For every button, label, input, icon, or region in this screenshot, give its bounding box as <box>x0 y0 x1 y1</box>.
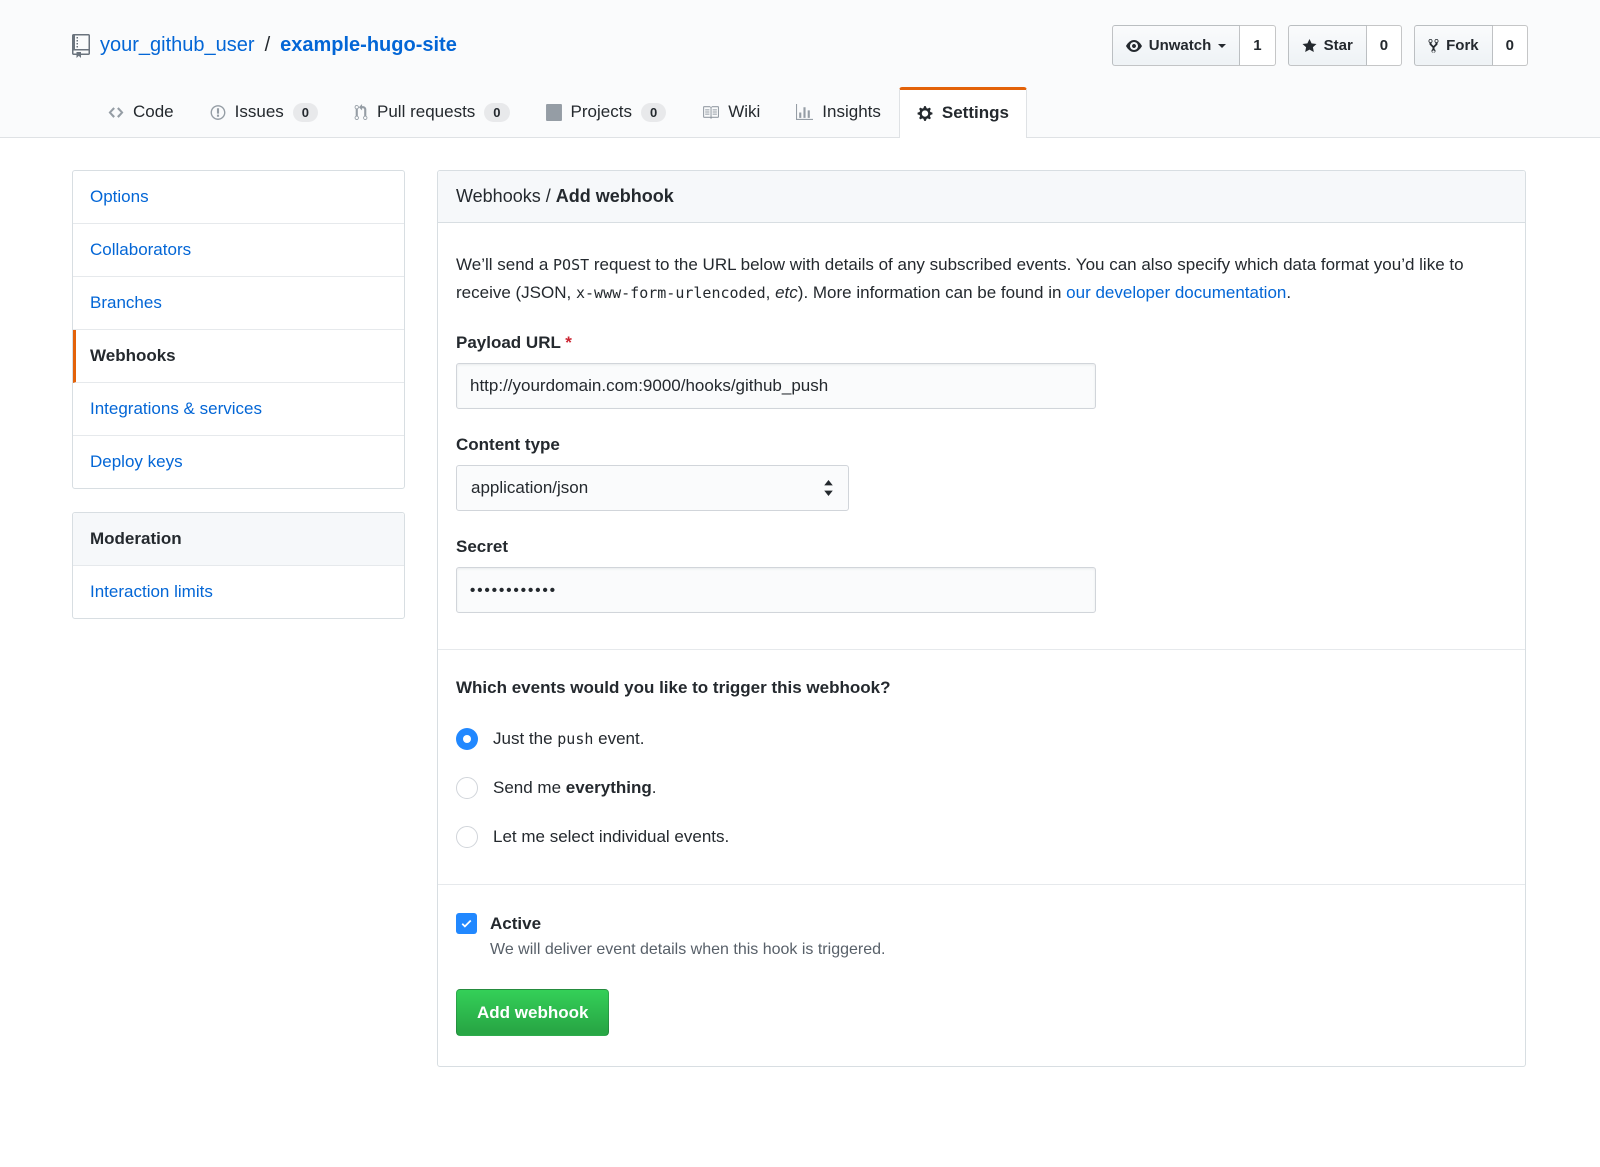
push-code: push <box>557 730 593 748</box>
content-type-label: Content type <box>456 435 1507 455</box>
tab-insights[interactable]: Insights <box>778 86 899 137</box>
repo-icon <box>72 34 90 58</box>
sidebar-item-options[interactable]: Options <box>73 171 404 224</box>
developer-docs-link[interactable]: our developer documentation <box>1066 283 1286 302</box>
sidebar-item-webhooks[interactable]: Webhooks <box>73 330 404 383</box>
code-icon <box>108 104 124 121</box>
required-asterisk: * <box>565 333 572 352</box>
star-count[interactable]: 0 <box>1367 25 1402 66</box>
repo-nav: Code Issues 0 Pull requests 0 Projects 0… <box>0 86 1600 138</box>
moderation-menu: Moderation Interaction limits <box>72 512 405 619</box>
breadcrumb-separator: / <box>546 186 551 206</box>
tab-counter: 0 <box>293 103 318 122</box>
secret-input[interactable] <box>456 567 1096 613</box>
event-option-everything[interactable]: Send me everything. <box>456 777 1507 799</box>
event-option-label: Let me select individual events. <box>493 827 729 847</box>
payload-url-input[interactable] <box>456 363 1096 409</box>
tab-issues[interactable]: Issues 0 <box>192 86 336 137</box>
breadcrumb-parent: Webhooks <box>456 186 541 206</box>
tab-projects[interactable]: Projects 0 <box>528 86 685 137</box>
tab-pull-requests[interactable]: Pull requests 0 <box>336 86 528 137</box>
section-divider <box>438 884 1525 885</box>
payload-url-label: Payload URL * <box>456 333 1507 353</box>
event-option-label: Send me everything. <box>493 778 656 798</box>
active-description: We will deliver event details when this … <box>490 941 1507 959</box>
event-option-label: Just the push event. <box>493 729 644 749</box>
watch-count[interactable]: 1 <box>1240 25 1275 66</box>
section-divider <box>438 649 1525 650</box>
repo-title: your_github_user / example-hugo-site <box>72 34 457 58</box>
settings-sidebar: Options Collaborators Branches Webhooks … <box>72 170 405 619</box>
tab-wiki[interactable]: Wiki <box>684 86 778 137</box>
star-button-group: Star 0 <box>1288 25 1403 66</box>
active-label[interactable]: Active <box>490 914 541 934</box>
radio-unchecked-icon[interactable] <box>456 777 478 799</box>
tab-counter: 0 <box>484 103 509 122</box>
repo-name-link[interactable]: example-hugo-site <box>280 34 457 57</box>
star-label: Star <box>1324 37 1353 54</box>
projects-icon <box>546 104 562 121</box>
tab-label: Settings <box>942 103 1009 123</box>
watch-button-group: Unwatch 1 <box>1112 25 1276 66</box>
page-header: your_github_user / example-hugo-site Unw… <box>0 0 1600 138</box>
tab-settings[interactable]: Settings <box>899 87 1027 138</box>
fork-icon <box>1428 38 1439 54</box>
issue-icon <box>210 104 226 121</box>
active-setting: Active We will deliver event details whe… <box>456 913 1507 959</box>
tab-label: Projects <box>571 102 632 122</box>
pull-request-icon <box>354 104 368 121</box>
sidebar-item-integrations[interactable]: Integrations & services <box>73 383 404 436</box>
repo-separator: / <box>265 34 271 57</box>
events-question: Which events would you like to trigger t… <box>456 678 1507 698</box>
repo-actions: Unwatch 1 Star 0 Fork 0 <box>1112 25 1528 66</box>
tab-label: Pull requests <box>377 102 475 122</box>
sidebar-item-interaction-limits[interactable]: Interaction limits <box>73 566 404 618</box>
event-option-individual[interactable]: Let me select individual events. <box>456 826 1507 848</box>
content-type-select[interactable]: application/json <box>456 465 849 511</box>
webhook-form: We’ll send a POST request to the URL bel… <box>438 223 1525 1066</box>
tab-label: Insights <box>822 102 881 122</box>
fork-button-group: Fork 0 <box>1414 25 1528 66</box>
breadcrumb: Webhooks / Add webhook <box>438 171 1525 223</box>
breadcrumb-current: Add webhook <box>556 186 674 206</box>
event-option-just-push[interactable]: Just the push event. <box>456 728 1507 750</box>
fork-button[interactable]: Fork <box>1414 25 1493 66</box>
tab-counter: 0 <box>641 103 666 122</box>
insights-icon <box>796 104 813 121</box>
caret-down-icon <box>1218 44 1226 52</box>
urlencoded-code: x-www-form-urlencoded <box>576 284 766 302</box>
tab-label: Wiki <box>728 102 760 122</box>
post-code: POST <box>553 256 589 274</box>
webhook-description: We’ll send a POST request to the URL bel… <box>456 251 1507 307</box>
eye-icon <box>1126 38 1142 54</box>
sidebar-item-collaborators[interactable]: Collaborators <box>73 224 404 277</box>
wiki-icon <box>702 104 719 121</box>
fork-label: Fork <box>1446 37 1479 54</box>
unwatch-button[interactable]: Unwatch <box>1112 25 1241 66</box>
content-type-value: application/json <box>471 478 588 498</box>
moderation-header: Moderation <box>73 513 404 566</box>
radio-checked-icon[interactable] <box>456 728 478 750</box>
sidebar-item-deploy-keys[interactable]: Deploy keys <box>73 436 404 488</box>
sidebar-item-branches[interactable]: Branches <box>73 277 404 330</box>
unwatch-label: Unwatch <box>1149 37 1212 54</box>
checkbox-checked-icon[interactable] <box>456 913 477 934</box>
star-icon <box>1302 38 1317 54</box>
webhook-form-box: Webhooks / Add webhook We’ll send a POST… <box>437 170 1526 1067</box>
tab-label: Issues <box>235 102 284 122</box>
repo-owner-link[interactable]: your_github_user <box>100 34 255 57</box>
radio-unchecked-icon[interactable] <box>456 826 478 848</box>
add-webhook-button[interactable]: Add webhook <box>456 989 609 1036</box>
secret-label: Secret <box>456 537 1507 557</box>
tab-code[interactable]: Code <box>90 86 192 137</box>
gear-icon <box>917 105 933 122</box>
fork-count[interactable]: 0 <box>1493 25 1528 66</box>
settings-content: Options Collaborators Branches Webhooks … <box>0 138 1600 1107</box>
star-button[interactable]: Star <box>1288 25 1367 66</box>
settings-menu: Options Collaborators Branches Webhooks … <box>72 170 405 489</box>
tab-label: Code <box>133 102 174 122</box>
select-caret-icon <box>823 480 834 496</box>
